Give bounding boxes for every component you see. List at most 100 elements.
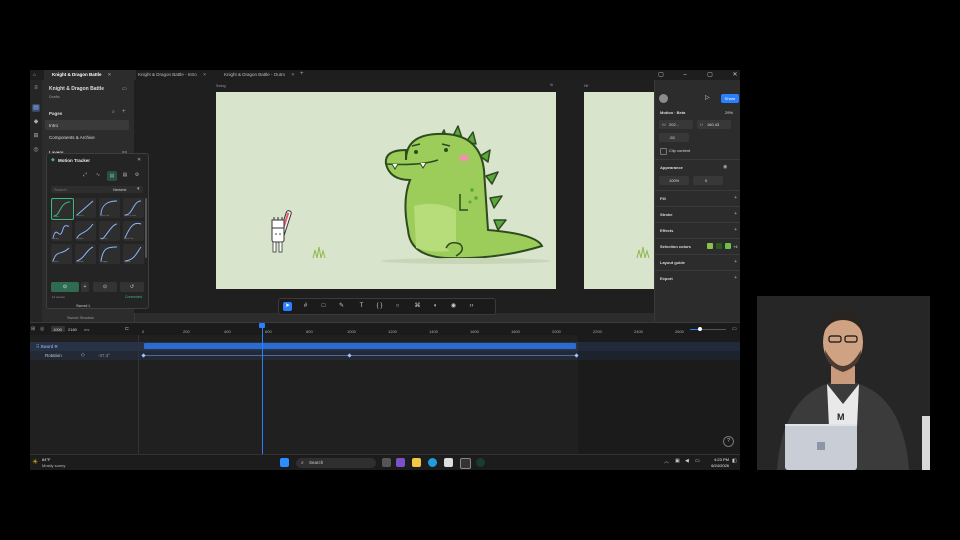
- edge-icon[interactable]: [428, 458, 437, 467]
- selection-color-swatch[interactable]: [707, 243, 713, 249]
- keyframe[interactable]: [141, 353, 146, 358]
- visibility-icon[interactable]: ◉: [723, 164, 727, 170]
- play-icon[interactable]: ▷: [705, 94, 710, 101]
- menu-icon[interactable]: ≡: [32, 84, 40, 92]
- fps-field[interactable]: 1000: [51, 326, 65, 332]
- add-page-icon[interactable]: +: [122, 109, 126, 115]
- close-icon[interactable]: ✕: [291, 72, 295, 77]
- pen-tool-icon[interactable]: ✎: [337, 302, 346, 311]
- avatar[interactable]: [659, 94, 668, 103]
- motion-app-icon[interactable]: [476, 458, 485, 467]
- collapse-icon[interactable]: ⊏: [125, 326, 129, 332]
- add-layout-guide-icon[interactable]: +: [734, 259, 737, 265]
- layer-item-sword-shadow[interactable]: Sword Shadow: [67, 315, 94, 320]
- frame-swing[interactable]: [216, 92, 556, 289]
- task-view-icon[interactable]: [382, 458, 391, 467]
- restore-icon[interactable]: ▢: [656, 70, 666, 80]
- add-icon[interactable]: +: [81, 282, 89, 292]
- actions-tool-icon[interactable]: ⌘: [413, 302, 422, 311]
- store-icon[interactable]: [444, 458, 453, 467]
- preset-cell[interactable]: Back Out: [123, 221, 144, 241]
- multiplayer-icon[interactable]: ◉: [449, 302, 458, 311]
- comment-tool-icon[interactable]: ○: [393, 302, 402, 311]
- zoom-slider-handle[interactable]: [698, 327, 702, 331]
- duration-value[interactable]: 2160: [68, 327, 77, 332]
- zoom-slider[interactable]: [690, 327, 726, 331]
- preset-cell[interactable]: Elastic: [51, 244, 72, 264]
- preset-cell[interactable]: Smooth: [75, 244, 96, 264]
- copilot-icon[interactable]: [396, 458, 405, 467]
- keyframe[interactable]: [347, 353, 352, 358]
- minimize-icon[interactable]: –: [680, 70, 690, 80]
- file-explorer-icon[interactable]: [412, 458, 421, 467]
- playhead[interactable]: [259, 323, 265, 455]
- tab-intro[interactable]: Knight & Dragon Battle - Intro ✕: [130, 70, 222, 80]
- settings-icon[interactable]: ⚙: [133, 172, 141, 180]
- start-icon[interactable]: [280, 458, 289, 467]
- corner-radius-field[interactable]: 0: [693, 176, 723, 185]
- knight-illustration[interactable]: [268, 202, 304, 266]
- selection-color-swatch[interactable]: [725, 243, 731, 249]
- frame-tool-icon[interactable]: #: [301, 302, 310, 311]
- add-effect-icon[interactable]: +: [734, 227, 737, 233]
- grid-view-icon[interactable]: ▦: [107, 171, 117, 181]
- canvas[interactable]: Swing ⚙ Hit: [134, 80, 654, 313]
- height-field[interactable]: H 160.43: [697, 120, 731, 129]
- plugins-icon[interactable]: ⊞: [32, 132, 40, 140]
- weather-icon[interactable]: ☀: [32, 458, 38, 466]
- figma-icon[interactable]: [460, 458, 471, 469]
- dragon-illustration[interactable]: [376, 120, 546, 268]
- scrollbar[interactable]: [145, 198, 147, 258]
- add-stroke-icon[interactable]: +: [734, 211, 737, 217]
- list-view-icon[interactable]: ▤: [121, 172, 129, 180]
- layer-item-sword-l[interactable]: Sword L: [76, 303, 91, 308]
- frame-settings-icon[interactable]: ⚙: [550, 83, 553, 87]
- add-fill-icon[interactable]: +: [734, 195, 737, 201]
- record-icon[interactable]: ⊙: [93, 282, 117, 292]
- text-tool-icon[interactable]: T: [357, 302, 366, 311]
- timeline-menu-icon[interactable]: ⊞: [31, 326, 35, 332]
- new-tab-button[interactable]: +: [300, 71, 304, 77]
- preset-cell[interactable]: Bounce: [75, 221, 96, 241]
- close-icon[interactable]: ✕: [108, 72, 112, 77]
- fit-icon[interactable]: ▭: [732, 326, 737, 332]
- taskbar-search[interactable]: ⌕ Search: [296, 458, 376, 468]
- clock-date[interactable]: 6/24/2026: [705, 463, 729, 468]
- selection-color-swatch[interactable]: [716, 243, 722, 249]
- search-icon[interactable]: ⌕: [112, 109, 115, 115]
- close-icon[interactable]: ✕: [203, 72, 207, 77]
- preset-cell[interactable]: Gentle: [123, 244, 144, 264]
- clip-content-checkbox[interactable]: [660, 148, 667, 155]
- help-button[interactable]: ?: [723, 436, 734, 447]
- volume-icon[interactable]: ◀: [685, 458, 689, 464]
- share-button[interactable]: Share: [721, 94, 739, 103]
- add-export-icon[interactable]: +: [734, 275, 737, 281]
- rotation-field[interactable]: -53: [659, 133, 689, 142]
- close-window-icon[interactable]: ✕: [730, 70, 740, 80]
- zoom-level[interactable]: 29%: [725, 110, 733, 115]
- preset-cell[interactable]: Ease Out: [99, 198, 120, 218]
- component-tool-icon[interactable]: { }: [375, 302, 384, 311]
- battery-icon[interactable]: ▭: [695, 458, 700, 464]
- file-icon[interactable]: ▤: [32, 104, 40, 112]
- motion-icon[interactable]: ◎: [32, 146, 40, 154]
- tracker-search-input[interactable]: [51, 186, 109, 193]
- assets-icon[interactable]: ◆: [32, 118, 40, 126]
- preset-cell[interactable]: Ease In Out: [123, 198, 144, 218]
- preset-cell[interactable]: Back In: [99, 221, 120, 241]
- sidebar-toggle-icon[interactable]: ▭: [122, 86, 127, 92]
- shape-tool-icon[interactable]: □: [319, 302, 328, 311]
- maximize-icon[interactable]: ▢: [705, 70, 715, 80]
- opacity-field[interactable]: 100%: [659, 176, 689, 185]
- undo-icon[interactable]: ↺: [120, 282, 144, 292]
- expand-icon[interactable]: ⤢: [81, 172, 89, 180]
- clock-time[interactable]: 4:23 PM: [705, 457, 729, 462]
- page-item-intro[interactable]: Intro: [45, 120, 129, 130]
- preset-cell[interactable]: Ease In: [75, 198, 96, 218]
- tab-knight-dragon-battle[interactable]: Knight & Dragon Battle ✕: [44, 70, 136, 80]
- close-icon[interactable]: ✕: [137, 157, 141, 163]
- preset-cell[interactable]: Snappy: [99, 244, 120, 264]
- apply-button[interactable]: ⊙: [51, 282, 79, 292]
- loop-icon[interactable]: ◎: [40, 326, 44, 332]
- preset-cell[interactable]: Linear: [51, 198, 74, 220]
